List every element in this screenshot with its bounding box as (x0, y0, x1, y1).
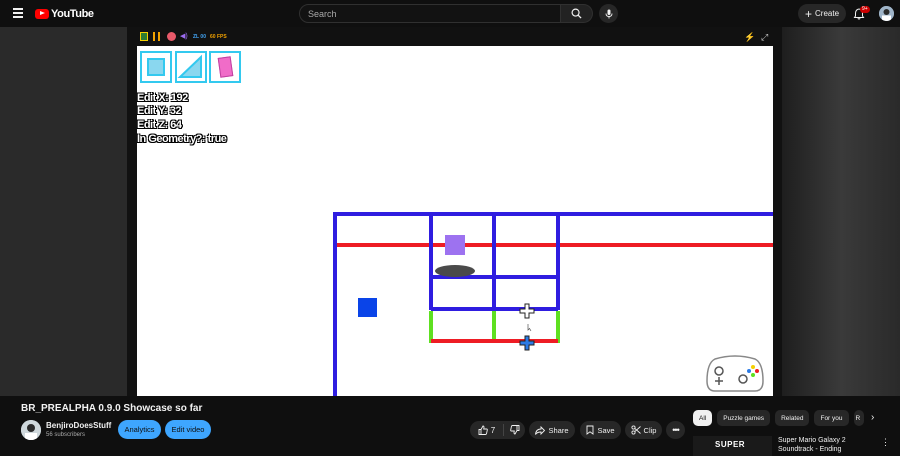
analytics-button[interactable]: Analytics (118, 420, 161, 439)
game-stage[interactable]: Edit X: 192 Edit Y: 32 Edit Z: 64 In Geo… (137, 46, 773, 396)
filter-chips: All Puzzle games Related For you R (693, 410, 864, 426)
youtube-logo[interactable]: YouTube (35, 7, 94, 20)
more-actions-button[interactable]: ••• (666, 421, 685, 439)
search-placeholder: Search (308, 8, 337, 19)
gamepad-icon[interactable] (705, 351, 765, 393)
like-count: 7 (490, 425, 496, 435)
vertical-more-icon[interactable]: ⋮ (881, 437, 890, 448)
microphone-icon (605, 9, 612, 18)
controls-readout: ZL 00 (193, 34, 206, 40)
thumbs-up-icon (478, 425, 488, 435)
fps-readout: 60 FPS (210, 34, 227, 40)
recommendation-thumbnail[interactable]: SUPER (693, 436, 772, 456)
search-button[interactable] (561, 4, 593, 23)
thumbnail-text: SUPER (715, 440, 746, 449)
menu-icon[interactable] (13, 8, 23, 18)
voice-search-button[interactable] (599, 4, 618, 23)
clip-label: Clip (643, 425, 657, 435)
share-icon (535, 425, 546, 435)
top-bar: YouTube Search + Create 9+ (0, 0, 900, 27)
recommendation-title[interactable]: Super Mario Galaxy 2 Soundtrack - Ending (778, 436, 873, 454)
chip-puzzle-games[interactable]: Puzzle games (717, 410, 771, 426)
share-label: Share (548, 425, 569, 435)
chip-for-you[interactable]: For you (814, 410, 849, 426)
channel-name[interactable]: BenjiroDoesStuff (46, 421, 111, 430)
pause-icon[interactable] (153, 32, 160, 41)
subscriber-count: 56 subscribers (46, 432, 86, 438)
bookmark-icon (586, 425, 594, 435)
player-side-right (782, 27, 900, 396)
video-title: BR_PREALPHA 0.9.0 Showcase so far (21, 403, 203, 414)
account-avatar[interactable] (879, 6, 894, 21)
avatar-image (879, 6, 894, 21)
stage-controls-bar: ◀) ZL 00 60 FPS ⚡ ⤢ (137, 30, 773, 44)
turbo-icon[interactable]: ⚡ (744, 32, 755, 42)
create-button[interactable]: + Create (798, 4, 846, 23)
channel-avatar-image (21, 420, 41, 440)
edit-video-button[interactable]: Edit video (165, 420, 211, 439)
save-label: Save (597, 425, 615, 435)
logo-text: YouTube (51, 7, 94, 20)
chip-all[interactable]: All (693, 410, 713, 426)
chevron-right-icon[interactable]: › (871, 412, 874, 423)
chip-partial[interactable]: R (853, 410, 864, 426)
chip-related[interactable]: Related (775, 410, 810, 426)
stop-icon[interactable] (167, 32, 176, 41)
fullscreen-icon[interactable]: ⤢ (761, 32, 768, 42)
volume-icon[interactable]: ◀) (180, 33, 188, 41)
level-geometry (333, 212, 773, 396)
green-flag-icon[interactable] (140, 32, 148, 41)
search-input[interactable]: Search (299, 4, 561, 23)
plus-icon: + (804, 6, 812, 21)
more-icon: ••• (672, 425, 680, 435)
youtube-play-icon (35, 8, 49, 19)
share-button[interactable]: Share (529, 421, 575, 439)
player-side-left (0, 27, 127, 396)
like-dislike-group: 7 (470, 421, 525, 439)
clip-button[interactable]: Clip (625, 421, 662, 439)
notification-badge: 9+ (860, 6, 870, 13)
thumbs-down-icon (509, 425, 519, 435)
save-button[interactable]: Save (580, 421, 621, 439)
search-icon (571, 8, 582, 19)
channel-avatar[interactable] (21, 420, 41, 440)
dislike-button[interactable] (504, 425, 525, 435)
scissors-icon (630, 425, 641, 435)
like-button[interactable]: 7 (470, 424, 504, 436)
create-label: Create (815, 9, 840, 18)
